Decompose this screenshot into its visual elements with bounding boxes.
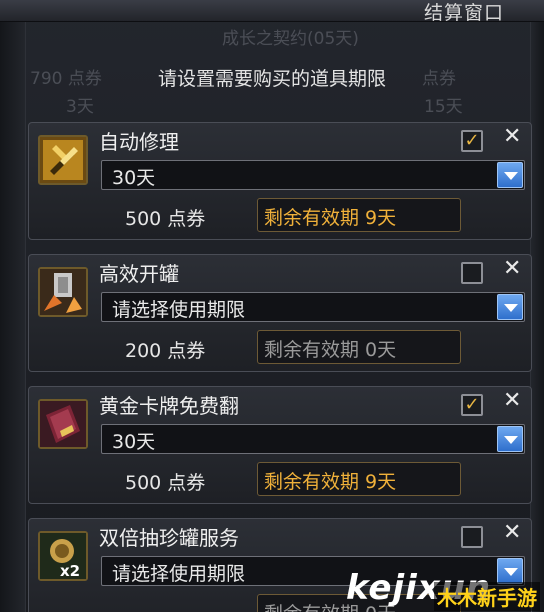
close-icon[interactable]: ✕	[503, 388, 521, 413]
item-card-gold-card: 黄金卡牌免费翻 ✓ ✕ 30天 500 点券 剩余有效期 9天	[28, 386, 532, 504]
period-dropdown-value: 30天	[112, 167, 156, 189]
period-dropdown[interactable]: 请选择使用期限	[101, 292, 525, 322]
period-dropdown-value: 请选择使用期限	[112, 299, 246, 321]
item-select-checkbox[interactable]: ✓	[461, 394, 483, 416]
item-select-checkbox[interactable]	[461, 526, 483, 548]
background-item-title: 成长之契约(05天)	[222, 29, 359, 49]
watermark-logo: kejixun 木木新手游	[344, 560, 544, 612]
window-title: 结算窗口	[423, 2, 504, 24]
item-name: 双倍抽珍罐服务	[99, 526, 239, 550]
remaining-validity-box: 剩余有效期 9天	[257, 198, 461, 232]
double-draw-icon: x2	[38, 531, 88, 581]
chevron-down-icon[interactable]	[497, 294, 523, 320]
item-select-checkbox[interactable]: ✓	[461, 130, 483, 152]
gold-card-icon	[38, 399, 88, 449]
watermark-sub: 木木新手游	[434, 582, 540, 611]
background-item-days: 3天	[66, 97, 94, 117]
chevron-down-icon[interactable]	[497, 162, 523, 188]
remaining-validity-box: 剩余有效期 0天	[257, 330, 461, 364]
hammer-icon	[38, 135, 88, 185]
title-bar: 结算窗口	[0, 0, 544, 24]
close-icon[interactable]: ✕	[503, 124, 521, 149]
period-dropdown-value: 请选择使用期限	[112, 563, 246, 585]
close-icon[interactable]: ✕	[503, 520, 521, 545]
close-icon[interactable]: ✕	[503, 256, 521, 281]
item-name: 高效开罐	[99, 262, 179, 286]
background-item-days-right: 15天	[424, 97, 463, 117]
chevron-down-icon[interactable]	[497, 426, 523, 452]
window-frame-left	[0, 22, 26, 612]
item-card-auto-repair: 自动修理 ✓ ✕ 30天 500 点券 剩余有效期 9天	[28, 122, 532, 240]
jar-opener-icon	[38, 267, 88, 317]
remaining-validity-text: 剩余有效期 0天	[264, 339, 397, 361]
item-price: 500 点券	[125, 208, 206, 230]
item-select-checkbox[interactable]	[461, 262, 483, 284]
remaining-validity-box: 剩余有效期 9天	[257, 462, 461, 496]
x2-badge: x2	[60, 562, 80, 579]
remaining-validity-text: 剩余有效期 9天	[264, 471, 397, 493]
window-frame-right	[530, 22, 544, 612]
item-card-efficient-open: 高效开罐 ✕ 请选择使用期限 200 点券 剩余有效期 0天	[28, 254, 532, 372]
item-name: 黄金卡牌免费翻	[99, 394, 239, 418]
period-prompt: 请设置需要购买的道具期限	[157, 68, 386, 90]
period-dropdown-value: 30天	[112, 431, 156, 453]
period-dropdown[interactable]: 30天	[101, 424, 525, 454]
item-price: 500 点券	[125, 472, 206, 494]
item-name: 自动修理	[99, 130, 179, 154]
item-price: 200 点券	[125, 340, 206, 362]
period-dropdown[interactable]: 30天	[101, 160, 525, 190]
checkout-window: 结算窗口 成长之契约(05天) 790 点券 3天 点券 15天 请设置需要购买…	[0, 0, 544, 612]
remaining-validity-text: 剩余有效期 9天	[264, 207, 397, 229]
